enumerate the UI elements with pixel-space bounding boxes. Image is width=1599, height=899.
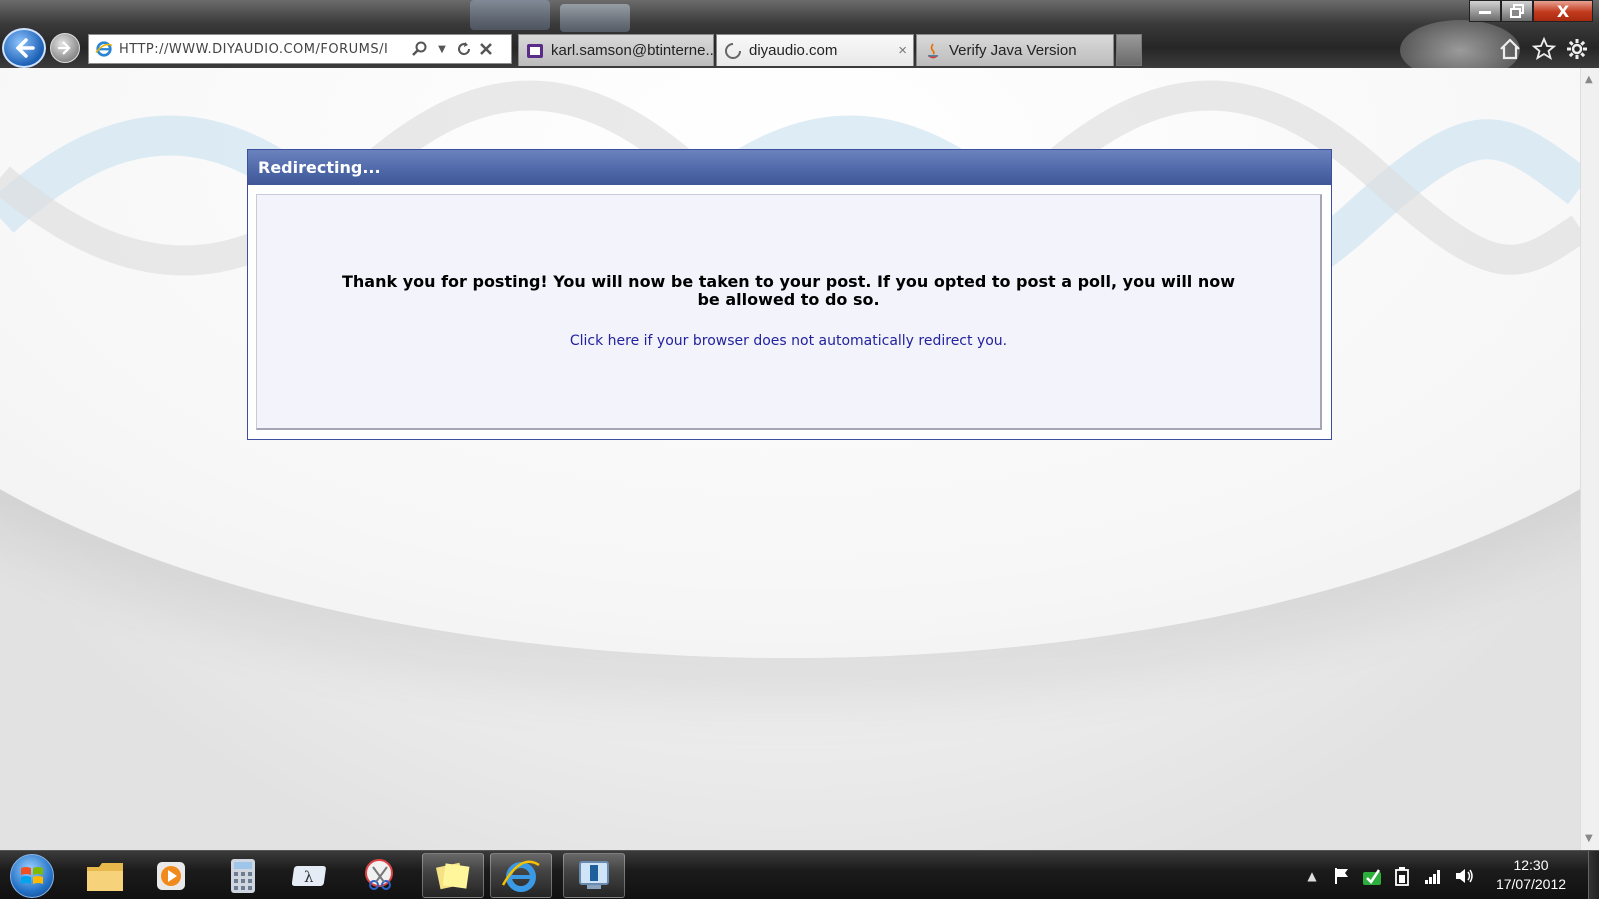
refresh-icon[interactable] bbox=[453, 38, 475, 60]
favorites-star-icon[interactable] bbox=[1529, 34, 1559, 64]
snipping-tool-icon bbox=[365, 858, 393, 890]
taskbar: λ ▲ 12:30 17/07/2012 bbox=[0, 850, 1599, 899]
desktop-background bbox=[470, 0, 550, 30]
clock-date: 17/07/2012 bbox=[1495, 876, 1567, 892]
minimize-button[interactable] bbox=[1469, 0, 1501, 22]
volume-speaker-icon[interactable] bbox=[1454, 866, 1474, 886]
windows-logo-icon bbox=[21, 867, 43, 884]
close-icon: X bbox=[1556, 1, 1570, 21]
dialog-body: Thank you for posting! You will now be t… bbox=[256, 194, 1322, 430]
home-icon[interactable] bbox=[1495, 34, 1525, 64]
yahoo-mail-icon bbox=[525, 41, 545, 61]
tab-java[interactable]: Verify Java Version bbox=[916, 34, 1114, 66]
stop-icon[interactable] bbox=[475, 38, 497, 60]
remote-desktop-icon bbox=[579, 860, 609, 889]
close-window-button[interactable]: X bbox=[1533, 0, 1593, 22]
show-hidden-icons-icon[interactable]: ▲ bbox=[1302, 866, 1322, 886]
back-arrow-icon bbox=[15, 38, 35, 58]
security-check-icon[interactable] bbox=[1362, 866, 1382, 886]
vertical-scrollbar[interactable]: ▲ ▼ bbox=[1580, 68, 1599, 850]
forward-button[interactable] bbox=[50, 33, 80, 63]
loading-spinner-icon bbox=[723, 41, 743, 61]
address-url[interactable]: HTTP://WWW.DIYAUDIO.COM/FORUMS/I bbox=[119, 42, 409, 57]
dialog-title: Redirecting... bbox=[248, 150, 1331, 185]
system-clock[interactable]: 12:30 17/07/2012 bbox=[1478, 856, 1584, 894]
calculator-icon bbox=[231, 858, 255, 893]
tab-label: diyaudio.com bbox=[749, 42, 838, 59]
new-tab-button[interactable] bbox=[1116, 34, 1142, 66]
dropdown-arrow-icon[interactable]: ▼ bbox=[431, 38, 453, 60]
network-signal-icon[interactable] bbox=[1423, 866, 1443, 886]
tab-yahoo-mail[interactable]: karl.samson@btinterne... bbox=[518, 34, 714, 66]
restore-icon bbox=[1510, 4, 1524, 18]
restore-button[interactable] bbox=[1501, 0, 1533, 22]
forward-arrow-icon bbox=[57, 41, 71, 55]
tab-label: karl.samson@btinterne... bbox=[551, 42, 714, 59]
taskbar-remote-desktop[interactable] bbox=[563, 853, 625, 898]
taskbar-calculator[interactable] bbox=[212, 853, 274, 898]
action-center-flag-icon[interactable] bbox=[1332, 866, 1352, 886]
gear-icon[interactable] bbox=[1562, 34, 1592, 64]
desktop-background bbox=[560, 4, 630, 32]
windows-explorer-icon bbox=[87, 862, 123, 891]
media-player-icon bbox=[157, 861, 185, 890]
minimize-icon bbox=[1479, 11, 1491, 14]
page-viewport: Redirecting... Thank you for posting! Yo… bbox=[0, 68, 1580, 850]
manual-redirect-link[interactable]: Click here if your browser does not auto… bbox=[570, 333, 1007, 349]
internet-explorer-icon bbox=[501, 860, 540, 892]
show-desktop-button[interactable] bbox=[1588, 851, 1599, 899]
math-input-icon: λ bbox=[292, 865, 326, 886]
tab-close-button[interactable]: × bbox=[898, 42, 907, 59]
taskbar-media-player[interactable] bbox=[140, 853, 202, 898]
tab-label: Verify Java Version bbox=[949, 42, 1077, 59]
taskbar-internet-explorer[interactable] bbox=[490, 853, 552, 898]
back-button[interactable] bbox=[2, 28, 46, 68]
taskbar-snipping-tool[interactable] bbox=[350, 853, 412, 898]
taskbar-explorer[interactable] bbox=[74, 853, 136, 898]
taskbar-math-input[interactable]: λ bbox=[280, 853, 342, 898]
start-button[interactable] bbox=[10, 854, 54, 898]
clock-time: 12:30 bbox=[1513, 857, 1549, 873]
browser-toolbar: HTTP://WWW.DIYAUDIO.COM/FORUMS/I ▼ karl.… bbox=[0, 0, 1599, 68]
address-bar[interactable]: HTTP://WWW.DIYAUDIO.COM/FORUMS/I ▼ bbox=[88, 34, 512, 64]
svg-text:λ: λ bbox=[304, 868, 314, 886]
search-icon[interactable] bbox=[409, 38, 431, 60]
java-icon bbox=[923, 41, 943, 61]
scroll-down-icon[interactable]: ▼ bbox=[1585, 833, 1593, 844]
scroll-up-icon[interactable]: ▲ bbox=[1585, 74, 1593, 85]
tab-diyaudio[interactable]: diyaudio.com × bbox=[716, 34, 914, 66]
redirect-message: Thank you for posting! You will now be t… bbox=[341, 272, 1236, 309]
power-battery-icon[interactable] bbox=[1392, 866, 1412, 886]
sticky-notes-icon bbox=[435, 862, 470, 889]
redirect-dialog: Redirecting... Thank you for posting! Yo… bbox=[247, 149, 1332, 440]
taskbar-sticky-notes[interactable] bbox=[422, 853, 484, 898]
ie-page-icon bbox=[93, 38, 115, 60]
